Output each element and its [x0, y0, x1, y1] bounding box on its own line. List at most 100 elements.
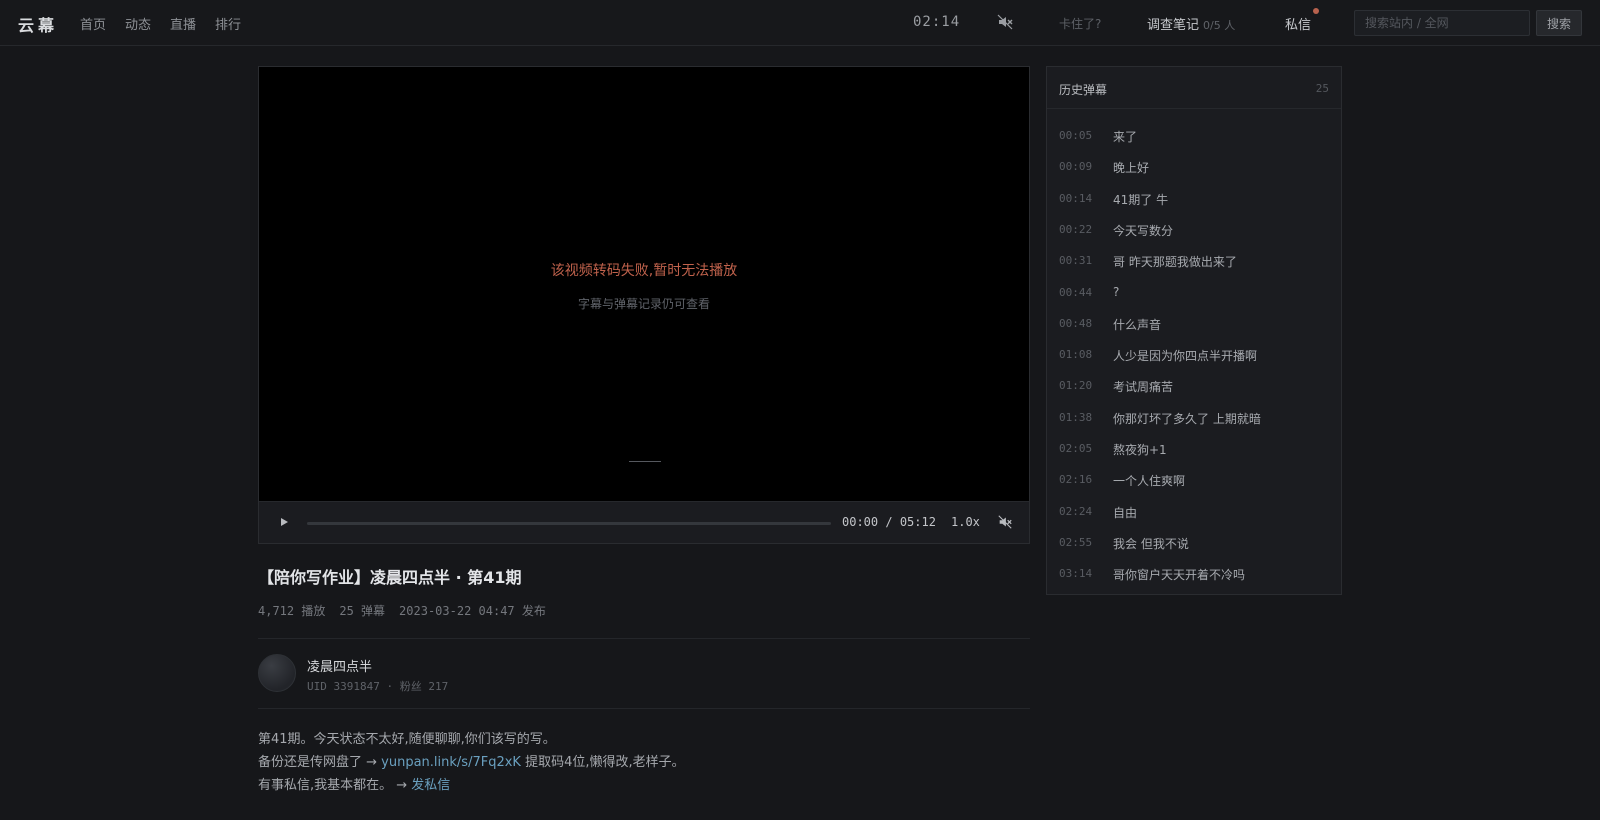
site-logo[interactable]: 云幕 — [18, 12, 58, 36]
danmaku-time: 03:14 — [1059, 567, 1093, 581]
divider — [258, 638, 1030, 639]
danmaku-time: 02:16 — [1059, 473, 1093, 487]
stuck-hint-button[interactable]: 卡住了? — [1059, 15, 1101, 32]
danmaku-text: 晚上好 — [1113, 161, 1150, 176]
danmaku-text: 一个人住爽啊 — [1113, 474, 1186, 489]
play-icon[interactable] — [277, 515, 291, 529]
danmaku-list[interactable]: 00:05 来了 00:09 晚上好 00:14 41期了 牛 00:22 今天写数分 00:3… — [1047, 109, 1341, 595]
panel-count: 25 — [1315, 82, 1329, 95]
danmaku-row[interactable]: 00:44? — [1047, 278, 1341, 309]
danmaku-text: 来了 — [1113, 130, 1138, 144]
danmaku-text: 人少是因为你四点半开播啊 — [1113, 349, 1258, 364]
progress-bar[interactable] — [307, 522, 831, 525]
playback-error-message: 该视频转码失败,暂时无法播放 — [550, 263, 738, 279]
danmaku-text: 你那灯坏了多久了 上期就暗 — [1113, 411, 1261, 426]
private-message-button[interactable]: 私信 — [1285, 14, 1311, 33]
nav-live[interactable]: 直播 — [170, 14, 196, 33]
description-text: 备份还是传网盘了 → — [258, 755, 382, 770]
danmaku-time: 00:48 — [1059, 316, 1093, 330]
video-description: 第41期。今天状态不太好,随便聊聊,你们该写的写。 备份还是传网盘了 → yun… — [258, 728, 685, 797]
danmaku-row[interactable]: 02:05 熬夜狗+1 — [1047, 434, 1341, 465]
danmaku-row[interactable]: 02:16 一个人住爽啊 — [1047, 465, 1341, 496]
author-meta: UID 3391847 · 粉丝 217 — [307, 680, 449, 693]
time-readout: 00:00 / 05:12 — [842, 515, 936, 529]
danmaku-text: 自由 — [1113, 505, 1138, 520]
danmaku-text: 熬夜狗+1 — [1113, 443, 1167, 457]
danmaku-row[interactable]: 00:05 来了 — [1047, 121, 1341, 152]
sound-muted-icon[interactable] — [996, 13, 1014, 31]
danmaku-time: 00:14 — [1059, 191, 1093, 205]
author-name[interactable]: 凌晨四点半 — [307, 656, 372, 675]
nav-feed[interactable]: 动态 — [125, 14, 151, 33]
danmaku-count: 25 弹幕 — [339, 604, 386, 618]
notes-label: 调查笔记 — [1147, 18, 1200, 33]
loading-indicator — [629, 461, 661, 462]
send-message-link[interactable]: 发私信 — [411, 778, 450, 793]
danmaku-text: 今天写数分 — [1113, 223, 1174, 238]
danmaku-time: 02:55 — [1059, 535, 1093, 549]
danmaku-row[interactable]: 01:20 考试周痛苦 — [1047, 371, 1341, 402]
danmaku-time: 02:24 — [1059, 504, 1093, 518]
danmaku-row[interactable]: 03:14 哥你窗户天天开着不冷吗 — [1047, 559, 1341, 590]
notes-count: 0/5 人 — [1203, 19, 1236, 32]
danmaku-row[interactable]: 00:09 晚上好 — [1047, 152, 1341, 183]
description-line-2: 备份还是传网盘了 → yunpan.link/s/7Fq2xK 提取码4位,懒得… — [258, 751, 685, 774]
panel-header: 历史弹幕 25 — [1047, 67, 1341, 109]
description-line-1: 第41期。今天状态不太好,随便聊聊,你们该写的写。 — [258, 732, 556, 747]
divider — [258, 708, 1030, 709]
netdisk-link[interactable]: yunpan.link/s/7Fq2xK — [381, 755, 521, 770]
danmaku-row[interactable]: 00:14 41期了 牛 — [1047, 184, 1341, 215]
danmaku-row[interactable]: 03:33欢迎回来 — [1047, 591, 1341, 595]
search-input[interactable] — [1354, 10, 1530, 36]
danmaku-row[interactable]: 01:38 你那灯坏了多久了 上期就暗 — [1047, 403, 1341, 434]
author-avatar[interactable] — [258, 654, 296, 692]
danmaku-row[interactable]: 01:08 人少是因为你四点半开播啊 — [1047, 340, 1341, 371]
danmaku-text: 41期了 牛 — [1113, 192, 1169, 207]
playback-speed-button[interactable]: 1.0x — [951, 515, 980, 529]
main-nav: 首页 动态 直播 排行 — [80, 14, 241, 33]
volume-muted-icon[interactable] — [997, 514, 1013, 530]
time-total: 05:12 — [899, 515, 936, 529]
danmaku-row[interactable]: 00:31 哥 昨天那题我做出来了 — [1047, 246, 1341, 277]
play-count: 4,712 播放 — [258, 604, 326, 618]
description-text: 有事私信,我基本都在。 → — [258, 778, 412, 793]
danmaku-text: 哥 昨天那题我做出来了 — [1113, 255, 1237, 270]
danmaku-time: 01:38 — [1059, 410, 1093, 424]
danmaku-time: 00:31 — [1059, 254, 1093, 268]
description-text: 提取码4位,懒得改,老样子。 — [520, 755, 685, 770]
danmaku-text: ? — [1113, 284, 1120, 299]
danmaku-text: 我会 但我不说 — [1113, 536, 1189, 551]
video-screen[interactable]: 该视频转码失败,暂时无法播放 字幕与弹幕记录仍可查看 — [259, 67, 1029, 501]
video-player: 该视频转码失败,暂时无法播放 字幕与弹幕记录仍可查看 00:00 / 05:12… — [258, 66, 1030, 544]
danmaku-time: 01:08 — [1059, 348, 1093, 362]
playback-error-subtext: 字幕与弹幕记录仍可查看 — [577, 297, 710, 311]
search-button[interactable]: 搜索 — [1536, 10, 1582, 36]
video-meta: 4,712 播放 25 弹幕 2023-03-22 04:47 发布 — [258, 602, 560, 619]
player-controls: 00:00 / 05:12 1.0x — [259, 501, 1029, 543]
description-line-3: 有事私信,我基本都在。 → 发私信 — [258, 774, 685, 797]
danmaku-time: 00:09 — [1059, 160, 1093, 174]
investigation-notes-button[interactable]: 调查笔记 0/5 人 — [1147, 14, 1235, 33]
danmaku-row[interactable]: 02:55 我会 但我不说 — [1047, 528, 1341, 559]
danmaku-time: 02:05 — [1059, 442, 1093, 455]
danmaku-history-panel: 历史弹幕 25 00:05 来了 00:09 晚上好 00:14 41期了 牛 00:22 今… — [1046, 66, 1342, 595]
clock-display: 02:14 — [913, 14, 961, 30]
nav-home[interactable]: 首页 — [80, 14, 106, 33]
time-current: 00:00 — [842, 515, 879, 529]
danmaku-time: 00:22 — [1059, 222, 1093, 236]
danmaku-row[interactable]: 00:22 今天写数分 — [1047, 215, 1341, 246]
video-title: 【陪你写作业】凌晨四点半 · 第41期 — [258, 568, 522, 587]
publish-date: 2023-03-22 04:47 发布 — [399, 604, 546, 618]
danmaku-row[interactable]: 02:24 自由 — [1047, 497, 1341, 528]
danmaku-text: 考试周痛苦 — [1113, 380, 1174, 395]
danmaku-row[interactable]: 00:48 什么声音 — [1047, 309, 1341, 340]
unread-dot — [1313, 8, 1319, 14]
danmaku-time: 01:20 — [1059, 379, 1093, 393]
danmaku-time: 00:44 — [1059, 285, 1093, 299]
top-bar: 云幕 首页 动态 直播 排行 02:14 卡住了? 调查笔记 0/5 人 私信 搜… — [0, 0, 1600, 46]
nav-ranking[interactable]: 排行 — [215, 14, 241, 33]
panel-title: 历史弹幕 — [1059, 83, 1108, 97]
danmaku-text: 什么声音 — [1113, 317, 1162, 332]
danmaku-text: 哥你窗户天天开着不冷吗 — [1113, 568, 1246, 583]
danmaku-time: 00:05 — [1059, 129, 1093, 142]
